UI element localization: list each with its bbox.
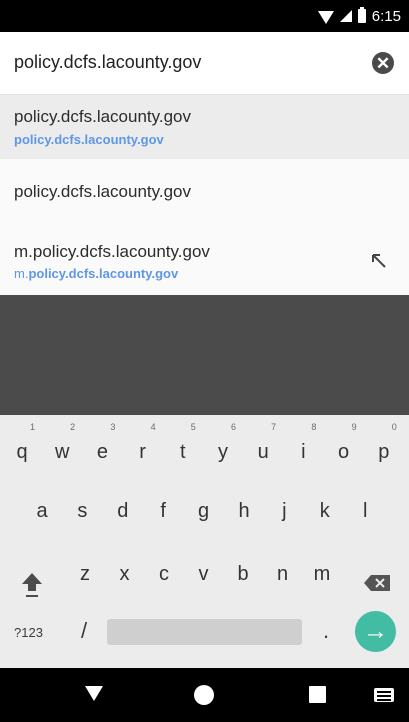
shift-key[interactable] (12, 562, 52, 606)
key-w[interactable]: w2 (42, 422, 82, 474)
key-s[interactable]: s (62, 489, 102, 533)
key-y[interactable]: y6 (203, 422, 243, 474)
key-n[interactable]: n (263, 552, 303, 596)
address-bar[interactable]: policy.dcfs.lacounty.gov ✕ (0, 32, 409, 95)
key-f[interactable]: f (143, 489, 183, 533)
insert-arrow-icon[interactable] (371, 253, 387, 269)
page-overlay (0, 295, 409, 415)
status-icons: 6:15 (317, 6, 401, 26)
backspace-icon (363, 575, 390, 591)
key-i[interactable]: i8 (283, 422, 323, 474)
suggestion-url: policy.dcfs.lacounty.gov (14, 132, 164, 147)
back-icon[interactable] (85, 686, 103, 701)
suggestion-item[interactable]: m.policy.dcfs.lacounty.gov m.policy.dcfs… (0, 223, 409, 295)
key-g[interactable]: g (184, 489, 224, 533)
key-a[interactable]: a (22, 489, 62, 533)
key-h[interactable]: h (224, 489, 264, 533)
status-time: 6:15 (371, 7, 401, 25)
key-hint: 4 (150, 422, 156, 432)
key-d[interactable]: d (103, 489, 143, 533)
key-p[interactable]: p0 (364, 422, 404, 474)
key-u[interactable]: u7 (243, 422, 283, 474)
key-o[interactable]: o9 (324, 422, 364, 474)
suggestion-title: policy.dcfs.lacounty.gov (14, 107, 192, 126)
slash-key[interactable]: / (73, 613, 95, 649)
key-hint: 1 (29, 422, 35, 432)
recents-icon[interactable] (309, 686, 326, 703)
suggestion-url-domain: policy.dcfs.lacounty.gov (28, 266, 179, 281)
wifi-icon (317, 10, 334, 24)
shift-icon (22, 572, 42, 597)
key-z[interactable]: z (65, 552, 105, 596)
home-icon[interactable] (194, 685, 214, 705)
key-hint: 0 (391, 422, 397, 432)
url-input[interactable]: policy.dcfs.lacounty.gov (14, 52, 201, 73)
suggestion-title: m.policy.dcfs.lacounty.gov (14, 242, 210, 261)
suggestion-title: policy.dcfs.lacounty.gov (14, 182, 192, 201)
suggestion-item[interactable]: policy.dcfs.lacounty.gov (0, 159, 409, 223)
battery-icon (357, 7, 366, 23)
keyboard-icon[interactable] (374, 688, 394, 702)
key-hint: 8 (311, 422, 317, 432)
key-q[interactable]: q1 (2, 422, 42, 474)
key-k[interactable]: k (305, 489, 345, 533)
period-key[interactable]: . (317, 613, 335, 649)
key-c[interactable]: c (144, 552, 184, 596)
key-b[interactable]: b (223, 552, 263, 596)
close-icon[interactable]: ✕ (372, 52, 394, 74)
suggestion-url: m.policy.dcfs.lacounty.gov (14, 266, 178, 281)
signal-icon (339, 10, 352, 22)
key-t[interactable]: t5 (163, 422, 203, 474)
spacebar[interactable] (107, 619, 302, 645)
key-hint: 7 (271, 422, 277, 432)
key-hint: 3 (110, 422, 116, 432)
key-v[interactable]: v (184, 552, 224, 596)
key-j[interactable]: j (264, 489, 304, 533)
key-l[interactable]: l (345, 489, 385, 533)
symbols-key[interactable]: ?123 (14, 618, 59, 646)
key-m[interactable]: m (302, 552, 342, 596)
key-x[interactable]: x (105, 552, 145, 596)
key-hint: 5 (190, 422, 196, 432)
key-hint: 6 (230, 422, 236, 432)
status-bar: 6:15 (0, 0, 409, 32)
key-hint: 2 (70, 422, 76, 432)
arrow-right-icon[interactable]: → (355, 611, 396, 652)
suggestion-url-prefix: m. (14, 266, 29, 281)
backspace-key[interactable] (357, 561, 397, 605)
key-hint: 9 (351, 422, 357, 432)
keyboard: q1w2e3r4t5y6u7i8o9p0 asdfghjkl zxcvbnm ?… (0, 415, 409, 668)
navigation-bar (0, 668, 409, 722)
key-e[interactable]: e3 (82, 422, 122, 474)
key-r[interactable]: r4 (123, 422, 163, 474)
suggestion-item[interactable]: policy.dcfs.lacounty.gov policy.dcfs.lac… (0, 95, 409, 159)
